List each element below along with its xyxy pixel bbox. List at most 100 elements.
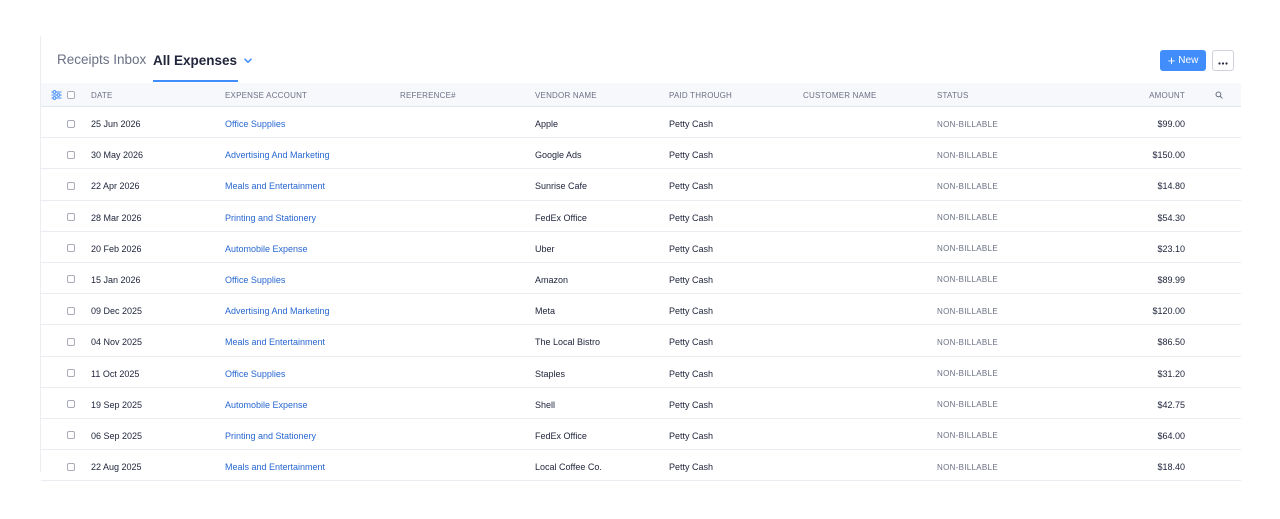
new-button-label: New xyxy=(1178,55,1199,66)
cell-expense-account[interactable]: Automobile Expense xyxy=(225,244,308,254)
cell-amount: $42.75 xyxy=(1157,399,1185,410)
row-checkbox[interactable] xyxy=(67,150,75,159)
column-header-customer-name[interactable]: CUSTOMER NAME xyxy=(803,91,877,100)
cell-expense-account[interactable]: Office Supplies xyxy=(225,119,285,129)
cell-vendor-name: Uber xyxy=(535,243,555,254)
row-checkbox[interactable] xyxy=(67,400,75,409)
cell-vendor-name: Shell xyxy=(535,399,556,410)
column-header-paid-through[interactable]: PAID THROUGH xyxy=(669,91,732,100)
cell-paid-through: Petty Cash xyxy=(669,430,714,441)
table-row[interactable]: 30 May 2026 Advertising And Marketing Go… xyxy=(41,138,1241,170)
cell-status: NON-BILLABLE xyxy=(937,337,998,347)
cell-vendor-name: Staples xyxy=(535,368,566,379)
cell-date: 06 Sep 2025 xyxy=(91,430,143,441)
cell-status: NON-BILLABLE xyxy=(937,431,998,441)
cell-amount: $86.50 xyxy=(1157,337,1185,348)
cell-date: 25 Jun 2026 xyxy=(91,119,141,129)
column-header-vendor-name[interactable]: VENDOR NAME xyxy=(535,91,597,100)
cell-expense-account[interactable]: Automobile Expense xyxy=(225,400,308,410)
column-header-reference[interactable]: REFERENCE# xyxy=(400,91,456,100)
column-filter-icon[interactable] xyxy=(51,90,62,100)
column-header-amount[interactable]: AMOUNT xyxy=(1149,91,1185,100)
cell-vendor-name: FedEx Office xyxy=(535,430,587,441)
row-checkbox[interactable] xyxy=(67,119,75,128)
row-checkbox[interactable] xyxy=(67,369,75,377)
cell-amount: $14.80 xyxy=(1157,181,1185,192)
cell-vendor-name: Amazon xyxy=(535,274,569,285)
new-expense-button[interactable]: + New xyxy=(1160,50,1206,71)
cell-status: NON-BILLABLE xyxy=(937,181,998,191)
cell-date: 28 Mar 2026 xyxy=(91,212,142,223)
table-row[interactable]: 20 Feb 2026 Automobile Expense Uber Pett… xyxy=(41,232,1241,263)
cell-expense-account[interactable]: Meals and Entertainment xyxy=(225,181,325,191)
cell-expense-account[interactable]: Office Supplies xyxy=(225,275,285,285)
cell-amount: $31.20 xyxy=(1157,368,1185,379)
cell-vendor-name: Apple xyxy=(535,119,559,129)
table-row[interactable]: 22 Aug 2025 Meals and Entertainment Loca… xyxy=(41,450,1241,482)
cell-paid-through: Petty Cash xyxy=(669,181,714,192)
cell-amount: $99.00 xyxy=(1157,119,1185,129)
cell-amount: $54.30 xyxy=(1157,212,1185,223)
row-checkbox[interactable] xyxy=(67,275,75,284)
cell-status: NON-BILLABLE xyxy=(937,119,998,129)
cell-date: 09 Dec 2025 xyxy=(91,306,143,317)
column-header-expense-account[interactable]: EXPENSE ACCOUNT xyxy=(225,91,307,100)
cell-paid-through: Petty Cash xyxy=(669,399,714,410)
table-row[interactable]: 15 Jan 2026 Office Supplies Amazon Petty… xyxy=(41,263,1241,295)
column-header-date[interactable]: DATE xyxy=(91,91,113,100)
active-tab-indicator xyxy=(153,80,238,82)
cell-expense-account[interactable]: Meals and Entertainment xyxy=(225,337,325,347)
row-checkbox[interactable] xyxy=(67,462,75,471)
cell-amount: $23.10 xyxy=(1157,243,1185,254)
cell-status: NON-BILLABLE xyxy=(937,213,998,223)
table-row[interactable]: 22 Apr 2026 Meals and Entertainment Sunr… xyxy=(41,169,1241,201)
column-header-status[interactable]: STATUS xyxy=(937,91,969,100)
cell-status: NON-BILLABLE xyxy=(937,369,998,378)
cell-vendor-name: FedEx Office xyxy=(535,212,587,223)
cell-vendor-name: The Local Bistro xyxy=(535,337,601,348)
row-checkbox[interactable] xyxy=(67,337,75,346)
table-row[interactable]: 28 Mar 2026 Printing and Stationery FedE… xyxy=(41,201,1241,232)
cell-date: 20 Feb 2026 xyxy=(91,243,142,254)
cell-amount: $89.99 xyxy=(1157,274,1185,285)
row-checkbox[interactable] xyxy=(67,431,75,440)
cell-date: 15 Jan 2026 xyxy=(91,274,141,285)
tab-all-expenses[interactable]: All Expenses xyxy=(153,52,252,68)
cell-expense-account[interactable]: Meals and Entertainment xyxy=(225,462,325,472)
row-checkbox[interactable] xyxy=(67,181,75,190)
table-row[interactable]: 19 Sep 2025 Automobile Expense Shell Pet… xyxy=(41,388,1241,419)
cell-paid-through: Petty Cash xyxy=(669,274,714,285)
search-icon[interactable] xyxy=(1215,91,1223,99)
more-options-button[interactable] xyxy=(1212,50,1234,71)
table-body: 25 Jun 2026 Office Supplies Apple Petty … xyxy=(41,107,1241,482)
row-checkbox[interactable] xyxy=(67,306,75,315)
ellipsis-icon xyxy=(1218,52,1228,70)
row-checkbox[interactable] xyxy=(67,213,75,222)
tab-receipts-inbox[interactable]: Receipts Inbox xyxy=(57,52,146,67)
cell-paid-through: Petty Cash xyxy=(669,306,714,317)
cell-paid-through: Petty Cash xyxy=(669,368,714,379)
table-header: DATE EXPENSE ACCOUNT REFERENCE# VENDOR N… xyxy=(41,83,1241,107)
cell-paid-through: Petty Cash xyxy=(669,119,714,129)
cell-expense-account[interactable]: Printing and Stationery xyxy=(225,213,316,223)
cell-paid-through: Petty Cash xyxy=(669,462,714,473)
cell-status: NON-BILLABLE xyxy=(937,244,998,254)
cell-vendor-name: Local Coffee Co. xyxy=(535,462,602,473)
table-row[interactable]: 11 Oct 2025 Office Supplies Staples Pett… xyxy=(41,357,1241,388)
cell-expense-account[interactable]: Printing and Stationery xyxy=(225,431,316,441)
cell-expense-account[interactable]: Advertising And Marketing xyxy=(225,150,330,160)
cell-expense-account[interactable]: Advertising And Marketing xyxy=(225,306,330,316)
table-row[interactable]: 09 Dec 2025 Advertising And Marketing Me… xyxy=(41,294,1241,326)
cell-amount: $150.00 xyxy=(1152,150,1185,161)
cell-expense-account[interactable]: Office Supplies xyxy=(225,369,285,379)
cell-date: 04 Nov 2025 xyxy=(91,337,143,348)
table-row[interactable]: 04 Nov 2025 Meals and Entertainment The … xyxy=(41,325,1241,357)
table-row[interactable]: 06 Sep 2025 Printing and Stationery FedE… xyxy=(41,419,1241,451)
expenses-table: DATE EXPENSE ACCOUNT REFERENCE# VENDOR N… xyxy=(41,83,1241,482)
chevron-down-icon[interactable] xyxy=(244,52,252,67)
row-checkbox[interactable] xyxy=(67,244,75,253)
table-row[interactable]: 25 Jun 2026 Office Supplies Apple Petty … xyxy=(41,107,1241,139)
cell-date: 22 Apr 2026 xyxy=(91,181,140,192)
select-all-checkbox[interactable] xyxy=(67,91,75,99)
cell-vendor-name: Meta xyxy=(535,306,556,317)
